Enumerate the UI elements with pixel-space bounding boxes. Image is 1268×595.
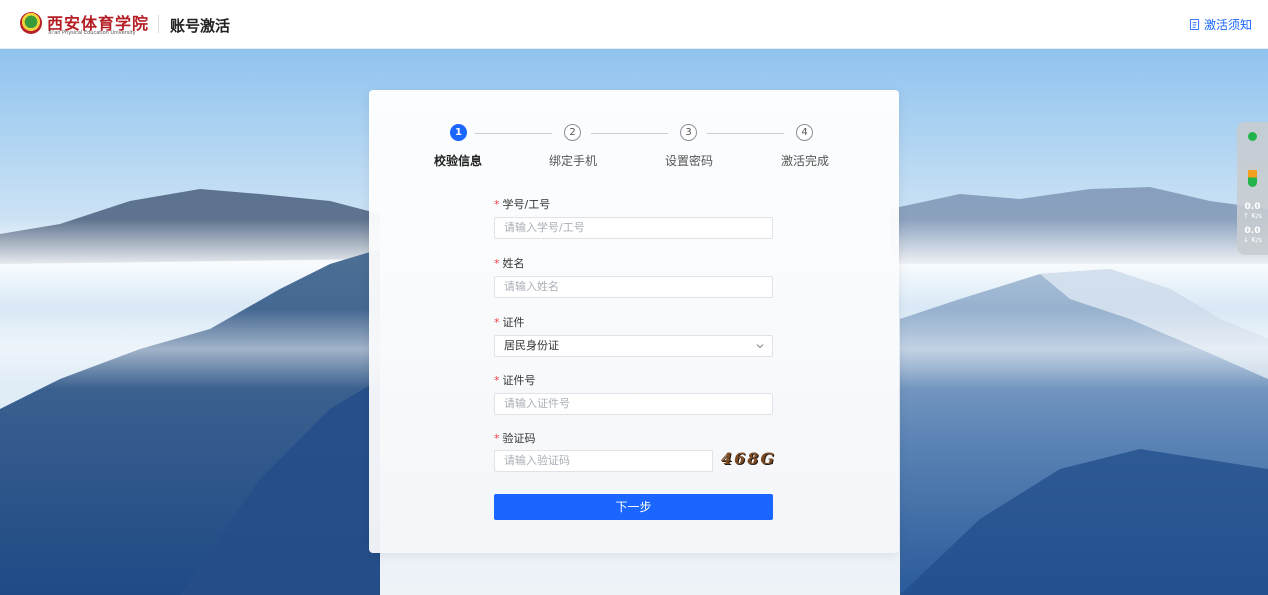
activation-notice-link[interactable]: 激活须知: [1189, 16, 1252, 33]
activation-card: 1 2 3 4 校验信息 绑定手机 设置密码 激活完成 * 学号/工号 请输入学号…: [369, 90, 899, 553]
id-number-label: * 证件号: [494, 372, 536, 388]
upload-speed-unit: ↑ K/s: [1243, 212, 1262, 220]
id-type-label-text: 证件: [502, 316, 525, 329]
progress-steps: 1 2 3 4 校验信息 绑定手机 设置密码 激活完成: [369, 124, 899, 174]
id-number-label-text: 证件号: [502, 374, 536, 387]
captcha-label-text: 验证码: [502, 432, 536, 445]
captcha-image[interactable]: 468G: [721, 449, 775, 471]
document-icon: [1189, 19, 1200, 30]
student-id-label-text: 学号/工号: [502, 198, 551, 211]
step-connector: [475, 133, 552, 134]
required-mark: *: [494, 316, 500, 329]
id-number-input[interactable]: 请输入证件号: [494, 393, 773, 415]
notice-link-label: 激活须知: [1203, 18, 1252, 32]
step-4-circle: 4: [796, 124, 813, 141]
captcha-label: * 验证码: [494, 430, 536, 446]
school-name-en: Xi'an Physical Education University: [48, 30, 136, 36]
step-connector: [707, 133, 784, 134]
student-id-input[interactable]: 请输入学号/工号: [494, 217, 773, 239]
chevron-down-icon: [756, 344, 764, 349]
required-mark: *: [494, 432, 500, 445]
id-type-select[interactable]: 居民身份证: [494, 335, 773, 357]
id-type-selected-value: 居民身份证: [504, 339, 559, 352]
name-label-text: 姓名: [502, 257, 525, 270]
required-mark: *: [494, 374, 500, 387]
next-step-button[interactable]: 下一步: [494, 494, 773, 520]
name-label: * 姓名: [494, 255, 525, 271]
required-mark: *: [494, 257, 500, 270]
app-title: 账号激活: [170, 17, 231, 35]
status-dot-icon: [1248, 132, 1257, 141]
student-id-label: * 学号/工号: [494, 196, 550, 212]
step-4-label: 激活完成: [780, 154, 829, 168]
step-connector: [591, 133, 668, 134]
upload-speed-value: 0.0: [1244, 202, 1261, 212]
step-2-label: 绑定手机: [548, 154, 597, 168]
required-mark: *: [494, 198, 500, 211]
step-1-circle: 1: [450, 124, 467, 141]
step-3-label: 设置密码: [664, 154, 713, 168]
name-input[interactable]: 请输入姓名: [494, 276, 773, 298]
step-3-circle: 3: [680, 124, 697, 141]
header-divider: [158, 15, 159, 33]
download-speed-value: 0.0: [1244, 226, 1261, 236]
captcha-input[interactable]: 请输入验证码: [494, 450, 713, 472]
id-type-label: * 证件: [494, 314, 525, 330]
network-speed-widget[interactable]: 0.0 ↑ K/s 0.0 ↓ K/s: [1237, 122, 1268, 255]
download-speed-unit: ↓ K/s: [1243, 236, 1262, 244]
step-2-circle: 2: [564, 124, 581, 141]
step-1-label: 校验信息: [433, 154, 482, 168]
school-emblem-icon: [20, 12, 42, 34]
top-header: 西安体育学院 Xi'an Physical Education Universi…: [0, 0, 1268, 49]
traffic-light-icon: [1248, 163, 1257, 187]
